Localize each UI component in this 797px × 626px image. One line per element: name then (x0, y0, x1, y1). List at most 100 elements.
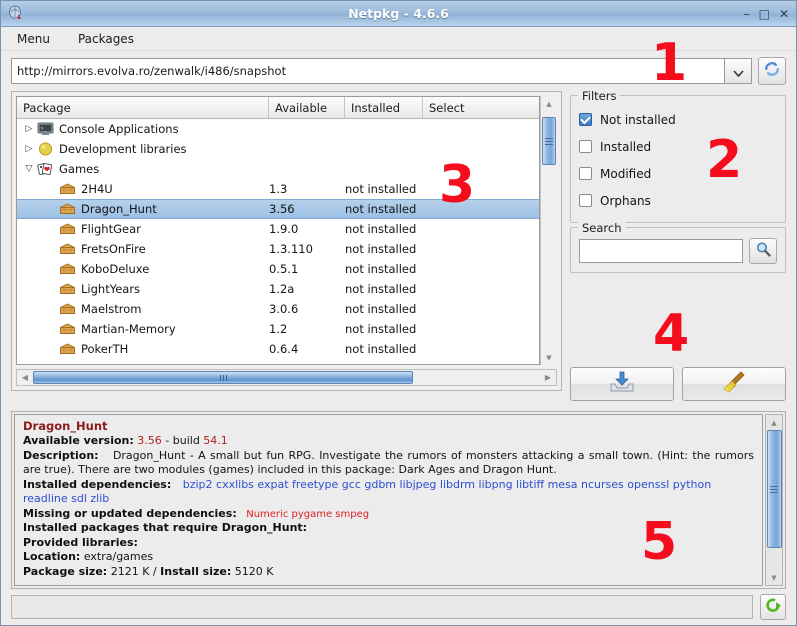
package-available-cell: 1.3.110 (269, 242, 313, 256)
table-row[interactable]: Dragon_Hunt 3.56 not installed (17, 199, 539, 219)
hscroll-track[interactable] (33, 371, 540, 384)
details-vertical-scrollbar[interactable]: ▲ ▼ (765, 414, 783, 586)
expand-collapse-down-icon[interactable]: ▽ (21, 164, 37, 174)
refresh-button[interactable] (758, 57, 786, 85)
description-label: Description: (23, 448, 99, 462)
package-tree-header: Package Available Installed Select (17, 97, 539, 119)
table-row[interactable]: FlightGear 1.9.0 not installed (17, 219, 539, 239)
table-row[interactable]: ▷ >_ Console Applications (17, 119, 539, 139)
clean-button[interactable] (682, 367, 786, 401)
scroll-track[interactable] (542, 111, 556, 350)
scroll-right-icon[interactable]: ▶ (540, 373, 556, 382)
details-location-row: Location: extra/games (23, 550, 754, 565)
package-available-cell: 1.2 (269, 322, 288, 336)
mirror-url-input[interactable] (11, 58, 724, 84)
size-separator: / (152, 564, 157, 578)
package-installed-cell: not installed (345, 262, 417, 276)
scroll-up-icon[interactable]: ▲ (541, 96, 557, 111)
package-icon (59, 262, 76, 276)
package-name-cell: ▷ Development libraries (17, 142, 269, 156)
svg-text:>_: >_ (41, 126, 48, 132)
hscroll-thumb[interactable] (33, 371, 414, 384)
checkbox-icon[interactable] (579, 113, 592, 126)
games-icon (37, 162, 54, 176)
column-header-select[interactable]: Select (423, 97, 539, 118)
maximize-button[interactable]: □ (759, 8, 770, 20)
description-value: Dragon_Hunt - A small but fun RPG. Inves… (23, 448, 754, 477)
column-header-available[interactable]: Available (269, 97, 345, 118)
package-name-cell: PokerTH (17, 342, 269, 356)
details-text: Dragon_Hunt Available version: 3.56 - bu… (14, 414, 763, 586)
scroll-up-icon[interactable]: ▲ (766, 415, 782, 430)
search-input[interactable] (579, 239, 743, 263)
grip-icon (545, 138, 553, 145)
expand-collapse-right-icon[interactable]: ▷ (21, 124, 37, 134)
magnifier-icon (755, 241, 772, 262)
details-description-row: Description: Dragon_Hunt - A small but f… (23, 449, 754, 478)
checkbox-icon[interactable] (579, 167, 592, 180)
install-button[interactable] (570, 367, 674, 401)
build-value: 54.1 (203, 434, 228, 448)
scroll-thumb[interactable] (542, 117, 556, 165)
package-name-label: Development libraries (59, 142, 187, 156)
package-name-label: FlightGear (81, 222, 141, 236)
scroll-thumb[interactable] (766, 430, 782, 548)
main-area: Package Available Installed Select ▷ >_ Co… (1, 89, 796, 405)
exit-button[interactable] (760, 594, 786, 620)
package-size-label: Package size: (23, 564, 108, 578)
package-tree-vertical-scrollbar[interactable]: ▲ ▼ (540, 96, 557, 365)
mirror-url-dropdown-button[interactable] (724, 58, 752, 84)
package-installed-cell: not installed (345, 182, 417, 196)
install-size-label: Install size: (160, 564, 232, 578)
package-icon (59, 342, 76, 356)
filter-option-orphans[interactable]: Orphans (579, 187, 777, 214)
scroll-down-icon[interactable]: ▼ (766, 570, 782, 585)
column-header-installed[interactable]: Installed (345, 97, 423, 118)
package-icon (59, 322, 76, 336)
table-row[interactable]: 2H4U 1.3 not installed (17, 179, 539, 199)
installed-dependencies-label: Installed dependencies: (23, 477, 172, 491)
action-buttons (570, 367, 786, 405)
menu-item-packages[interactable]: Packages (74, 30, 138, 48)
package-installed-cell: not installed (345, 222, 417, 236)
package-available-cell: 0.5.1 (269, 262, 299, 276)
location-value: extra/games (83, 550, 154, 564)
close-button[interactable]: ✕ (779, 8, 789, 20)
scroll-down-icon[interactable]: ▼ (541, 350, 557, 365)
checkbox-icon[interactable] (579, 194, 592, 207)
filter-option-label: Not installed (600, 112, 676, 127)
filter-option-installed[interactable]: Installed (579, 133, 777, 160)
console-icon: >_ (37, 122, 54, 136)
filter-option-label: Installed (600, 139, 652, 154)
chevron-down-icon (732, 62, 744, 81)
package-name-label: FretsOnFire (81, 242, 146, 256)
scroll-track[interactable] (766, 430, 782, 570)
column-header-package[interactable]: Package (17, 97, 269, 118)
table-row[interactable]: FretsOnFire 1.3.110 not installed (17, 239, 539, 259)
table-row[interactable]: ▷ Development libraries (17, 139, 539, 159)
package-name-cell: FretsOnFire (17, 242, 269, 256)
minimize-button[interactable]: – (744, 8, 750, 20)
mirror-url-combobox[interactable] (11, 58, 752, 84)
package-tree[interactable]: Package Available Installed Select ▷ >_ Co… (16, 96, 540, 365)
search-button[interactable] (749, 238, 777, 264)
package-installed-cell: not installed (345, 342, 417, 356)
table-row[interactable]: PokerTH 0.6.4 not installed (17, 339, 539, 359)
expand-collapse-right-icon[interactable]: ▷ (21, 144, 37, 154)
table-row[interactable]: Martian-Memory 1.2 not installed (17, 319, 539, 339)
menu-item-menu[interactable]: Menu (13, 30, 54, 48)
package-installed-cell: not installed (345, 302, 417, 316)
table-row[interactable]: ▽ Games (17, 159, 539, 179)
filter-option-modified[interactable]: Modified (579, 160, 777, 187)
table-row[interactable]: KoboDeluxe 0.5.1 not installed (17, 259, 539, 279)
package-name-label: Dragon_Hunt (81, 202, 157, 216)
package-tree-horizontal-scrollbar[interactable]: ◀ ▶ (16, 369, 557, 386)
table-row[interactable]: Maelstrom 3.0.6 not installed (17, 299, 539, 319)
scroll-left-icon[interactable]: ◀ (17, 373, 33, 382)
filters-list: Not installed Installed Modified Orphans (579, 106, 777, 214)
table-row[interactable]: LightYears 1.2a not installed (17, 279, 539, 299)
checkbox-icon[interactable] (579, 140, 592, 153)
package-name-cell: LightYears (17, 282, 269, 296)
details-panel: Dragon_Hunt Available version: 3.56 - bu… (11, 411, 786, 589)
filter-option-not-installed[interactable]: Not installed (579, 106, 777, 133)
